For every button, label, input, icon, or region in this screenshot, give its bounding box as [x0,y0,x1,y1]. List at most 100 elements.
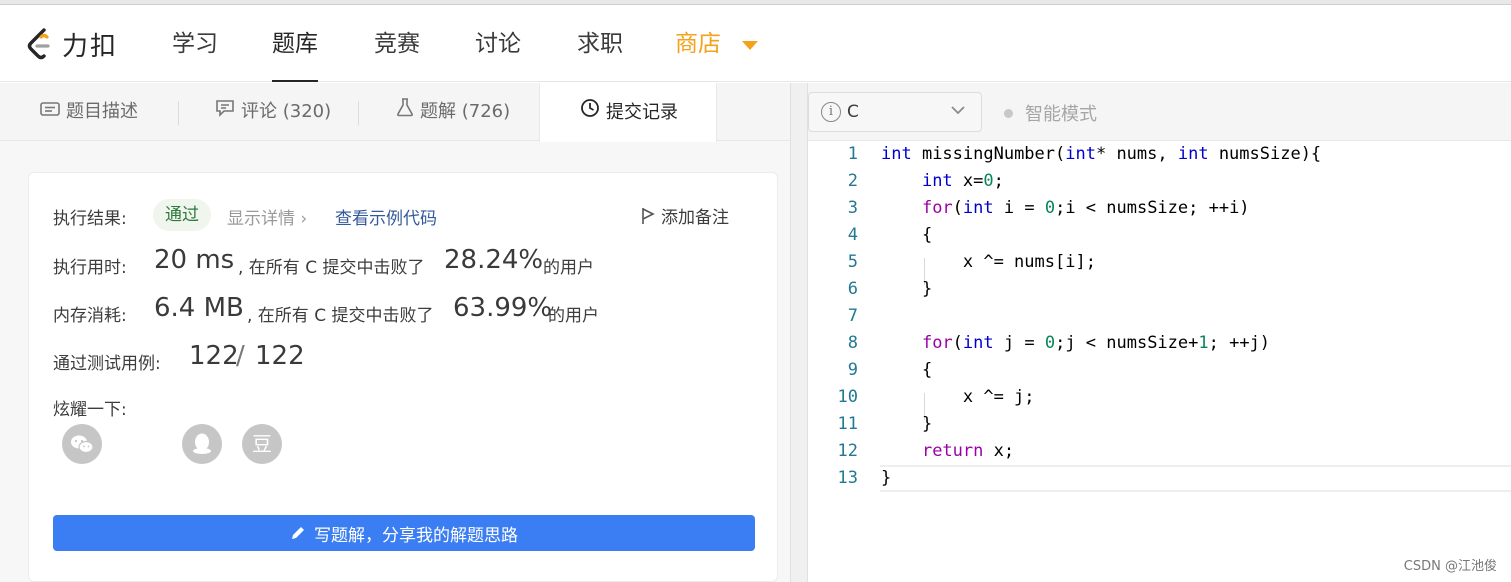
line-number: 6 [847,279,858,299]
line-number: 8 [847,333,858,353]
leetcode-logo[interactable]: 力扣 [26,26,118,62]
window-top-edge [0,0,1511,5]
tab-divider [178,101,179,125]
add-note-button[interactable]: 添加备注 [641,203,729,228]
code-line: 8 for(int j = 0;j < numsSize+1; ++j) [808,330,1511,357]
code-text: int x=0; [921,171,1004,191]
status-badge: 通过 [153,199,211,231]
code-line: 2 int x=0; [808,168,1511,195]
tab-description[interactable]: 题目描述 [40,83,138,141]
code-line: 13 } [808,465,1511,492]
runtime-label: 执行用时: [53,258,127,278]
tab-divider [358,101,359,125]
tests-separator: / [236,341,245,371]
nav-store[interactable]: 商店 [675,6,721,82]
tab-comments-label: 评论 (320) [241,101,332,122]
tests-total: 122 [255,341,305,371]
line-number: 11 [837,414,858,434]
memory-label: 内存消耗: [53,306,127,326]
info-icon: i [821,102,841,122]
nav-contest[interactable]: 竞赛 [374,6,420,82]
code-line: 10 x ^= j; [808,384,1511,411]
leetcode-logo-icon [27,28,50,60]
wechat-icon[interactable] [62,424,102,464]
runtime-percent: 28.24% [444,245,544,275]
tab-comments[interactable]: 评论 (320) [215,83,331,141]
line-number: 10 [837,387,858,407]
code-line: 1 int missingNumber(int* nums, int numsS… [808,141,1511,168]
code-area[interactable]: 1 int missingNumber(int* nums, int numsS… [808,141,1511,582]
submission-result-card: 执行结果: 通过 显示详情 › 查看示例代码 添加备注 执行用时: 20 ms … [28,172,778,582]
comment-icon [215,83,235,141]
tab-solutions-label: 题解 (726) [420,101,511,122]
pencil-icon [292,527,304,539]
nav-discuss[interactable]: 讨论 [475,6,521,82]
logo-text: 力扣 [62,31,119,62]
memory-beat-text: , 在所有 C 提交中击败了 [247,306,434,326]
qq-icon[interactable] [182,424,222,464]
clock-icon [580,84,600,142]
flask-icon [396,83,414,141]
line-number: 2 [847,171,858,191]
view-example-code-link[interactable]: 查看示例代码 [335,204,437,229]
memory-percent: 63.99% [453,293,553,323]
add-note-label: 添加备注 [661,208,729,228]
nav-problems[interactable]: 题库 [272,6,318,82]
flag-icon [642,207,655,224]
language-select[interactable]: i C [808,92,982,132]
language-value: C [847,102,859,122]
tab-description-label: 题目描述 [66,101,138,122]
tab-solutions[interactable]: 题解 (726) [396,83,510,141]
code-line: 3 for(int i = 0;i < numsSize; ++i) [808,195,1511,222]
code-line: 5 x ^= nums[i]; [808,249,1511,276]
tests-label: 通过测试用例: [53,354,161,374]
problem-tabs: 题目描述 评论 (320) 题解 (726) 提交记录 [0,83,790,142]
code-text: { [881,360,933,380]
code-line: 4 { [808,222,1511,249]
code-text: x ^= j; [881,387,1035,407]
code-line: 11 } [808,411,1511,438]
runtime-value: 20 ms [154,245,235,275]
line-number: 12 [837,441,858,461]
code-text: { [881,225,933,245]
smart-mode-dot-icon [1004,108,1013,118]
tab-submissions[interactable]: 提交记录 [539,83,717,142]
code-text: return x; [921,441,1015,461]
douban-icon[interactable]: 豆 [242,424,282,464]
tests-passed: 122 [189,341,239,371]
store-caret-icon[interactable] [742,41,758,50]
top-navbar: 力扣 学习 题库 竞赛 讨论 求职 商店 [0,6,1511,82]
tab-submissions-label: 提交记录 [606,101,678,123]
nav-jobs[interactable]: 求职 [577,6,623,82]
nav-learn[interactable]: 学习 [172,6,218,82]
code-text: x ^= nums[i]; [881,252,1096,272]
memory-value: 6.4 MB [154,293,244,323]
editor-toolbar: i C 智能模式 [808,83,1511,141]
code-text: } [881,468,892,488]
write-solution-button[interactable]: 写题解，分享我的解题思路 [53,515,755,551]
code-text: } [881,279,933,299]
left-panel: 题目描述 评论 (320) 题解 (726) 提交记录 执行结果: 通过 显示详… [0,83,790,582]
code-editor-panel: i C 智能模式 1 int missingNumber(int* nums, … [808,83,1511,582]
chevron-down-icon [951,103,965,119]
result-label: 执行结果: [53,209,127,229]
line-number: 5 [847,252,858,272]
code-line: 7 [808,303,1511,330]
runtime-users-text: 的用户 [543,258,594,278]
panel-splitter-scrollbar[interactable] [790,83,808,582]
code-text: } [881,414,933,434]
write-solution-label: 写题解，分享我的解题思路 [314,525,518,546]
line-number: 4 [847,225,858,245]
line-number: 13 [837,468,858,488]
line-number: 7 [847,306,858,326]
runtime-beat-text: , 在所有 C 提交中击败了 [238,258,425,278]
code-text: for(int j = 0;j < numsSize+1; ++j) [921,333,1271,353]
smart-mode-label: 智能模式 [1025,104,1097,125]
show-details-link[interactable]: 显示详情 › [227,204,307,229]
code-text: for(int i = 0;i < numsSize; ++i) [921,198,1250,218]
memory-users-text: 的用户 [548,306,599,326]
smart-mode-toggle[interactable]: 智能模式 [1004,100,1097,126]
share-label: 炫耀一下: [53,400,127,420]
line-number: 1 [847,144,858,164]
code-line: 12 return x; [808,438,1511,465]
